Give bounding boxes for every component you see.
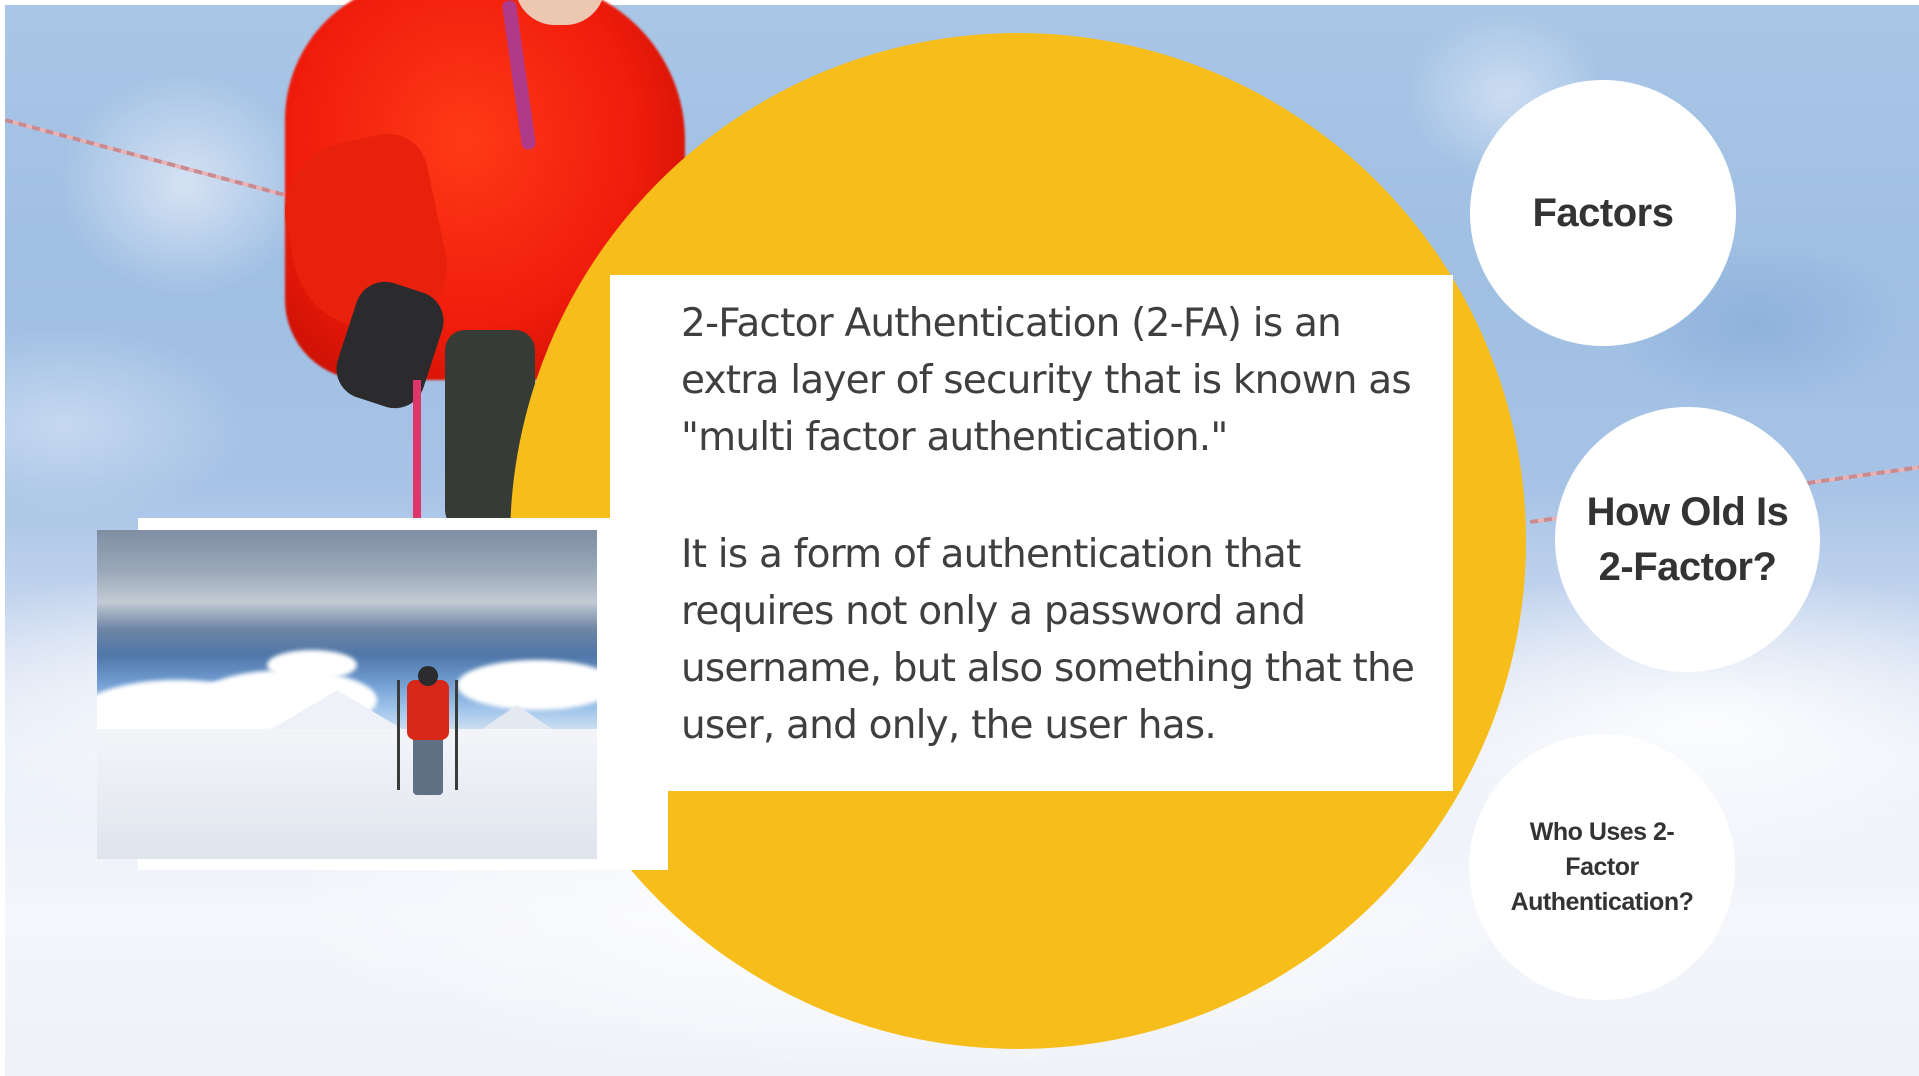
cloud [267,650,357,680]
climber-ice-axe [413,380,421,530]
who-uses-nav-button[interactable]: Who Uses 2-Factor Authentication? [1469,734,1735,1000]
explanation-paragraph: It is a form of authentication that requ… [681,532,1415,748]
definition-paragraph: 2-Factor Authentication (2-FA) is an ext… [681,301,1412,460]
inset-photo [97,530,597,859]
hiker-legs [413,735,443,795]
how-old-nav-button[interactable]: How Old Is 2-Factor? [1555,407,1820,672]
factors-nav-button[interactable]: Factors [1470,80,1736,346]
how-old-nav-label: How Old Is 2-Factor? [1586,489,1789,589]
factors-nav-label: Factors [1532,191,1675,235]
hiker-jacket [407,680,449,740]
snow-field [97,729,597,859]
hiker-head [418,666,438,686]
text-panel: 2-Factor Authentication (2-FA) is an ext… [610,275,1453,791]
hiking-pole [397,680,400,790]
hiking-pole [455,680,458,790]
slide-canvas: 2-Factor Authentication (2-FA) is an ext… [0,0,1919,1076]
who-uses-nav-label: Who Uses 2-Factor Authentication? [1510,817,1694,916]
